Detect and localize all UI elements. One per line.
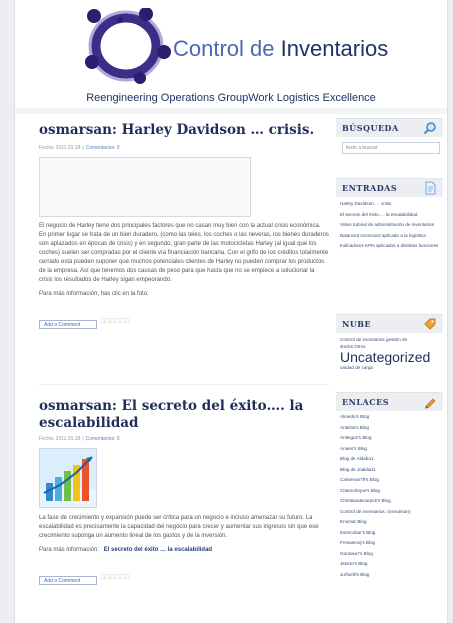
blog-link[interactable]: Blog de Aldaba1: [340, 456, 443, 463]
page: Control de Inventarios Reengineering Ope…: [14, 0, 448, 623]
widget-title: ENLACES: [342, 397, 389, 407]
blog-link[interactable]: Esescobar's Blog: [340, 530, 443, 537]
blog-link[interactable]: Christiandecarpos's Blog: [340, 498, 443, 505]
pencil-icon: [425, 398, 436, 409]
blog-link[interactable]: Control de inventarios. (osmarsan): [340, 509, 443, 516]
post-divider: [39, 384, 329, 385]
widget-title: BÚSQUEDA: [342, 123, 399, 133]
rating-stars[interactable]: ☐☐☐☐☐☐: [100, 318, 130, 325]
site-title-part1: Control de: [173, 36, 281, 61]
post-comments-count[interactable]: Comentarios: 0: [86, 436, 120, 442]
entradas-widget: ENTRADAS Harley Davidson … crisis. El se…: [336, 178, 443, 250]
blog-link[interactable]: Jurfuelli's Blog: [340, 572, 443, 579]
post: osmarsan: Harley Davidson … crisis. Fech…: [39, 122, 329, 329]
header-divider: [15, 108, 447, 114]
entry-link[interactable]: Balanced scorecard aplicado a la logísti…: [340, 233, 443, 240]
blog-link[interactable]: Chamorloyar's Blog: [340, 488, 443, 495]
post-more-info: Para más información, has clic en la fot…: [39, 291, 149, 297]
post-more-label: Para más información:: [39, 547, 100, 553]
post-title[interactable]: osmarsan: El secreto del éxito…. la esca…: [39, 398, 329, 432]
site-logo[interactable]: [80, 8, 172, 84]
widget-header: NUBE: [336, 314, 443, 333]
search-icon: [423, 122, 436, 135]
post-comments-count[interactable]: Comentarios: 0: [86, 145, 120, 151]
tag-link[interactable]: unidad de carga: [340, 365, 443, 370]
document-icon: [425, 181, 436, 195]
widget-header: ENLACES: [336, 392, 443, 411]
entry-link[interactable]: El secreto del éxito…. la escalabilidad: [340, 212, 443, 219]
tag-link-large[interactable]: Uncategorized: [340, 350, 443, 365]
post-meta: Fecha: 2011.01.18 | Comentarios: 0: [39, 436, 120, 442]
entry-link[interactable]: Harley Davidson … crisis.: [340, 201, 443, 208]
post-date: Fecha: 2011.01.18: [39, 436, 81, 442]
post-more-info: Para más información: El secreto del éxi…: [39, 546, 329, 555]
widget-header: BÚSQUEDA: [336, 118, 443, 137]
tag-icon: [424, 318, 436, 330]
blog-link[interactable]: Antelos's Blog: [340, 425, 443, 432]
blog-link[interactable]: Anaen's Blog: [340, 446, 443, 453]
post-title[interactable]: osmarsan: Harley Davidson … crisis.: [39, 122, 329, 139]
blog-link[interactable]: Gonsaurr's Blog: [340, 551, 443, 558]
post-image-placeholder[interactable]: [39, 157, 251, 217]
blog-link[interactable]: Cantemar79's Blog: [340, 477, 443, 484]
post-actions: Add a Comment ☐☐☐☐☐☐: [39, 569, 329, 585]
entry-link[interactable]: Indicadores KPIs aplicados a distintas f…: [340, 243, 443, 250]
search-widget: BÚSQUEDA texto a buscar: [336, 118, 443, 154]
widget-title: NUBE: [342, 319, 372, 329]
site-title-part2: Inventarios: [280, 36, 389, 61]
blog-link[interactable]: Blog de Joaldad1: [340, 467, 443, 474]
site-tagline: Reengineering Operations GroupWork Logis…: [86, 92, 376, 104]
site-title[interactable]: Control de Inventarios: [173, 36, 388, 62]
site-header: Control de Inventarios Reengineering Ope…: [15, 0, 447, 114]
scalability-chart-image[interactable]: [39, 448, 97, 508]
post-date: Fecha: 2011.01.18: [39, 145, 81, 151]
add-comment-button[interactable]: Add a Comment: [39, 320, 97, 329]
nube-widget: NUBE Control de inventarios gestión de s…: [336, 314, 443, 370]
add-comment-button[interactable]: Add a Comment: [39, 576, 97, 585]
rating-stars[interactable]: ☐☐☐☐☐☐: [100, 574, 130, 581]
post-body: El negocio de Harley tiene dos principal…: [39, 223, 329, 283]
post-more-link[interactable]: El secreto del éxito … la escalabilidad: [104, 547, 212, 553]
tag-cloud: Control de inventarios gestión de stocks…: [336, 333, 443, 370]
blog-link[interactable]: Almedu's Blog: [340, 414, 443, 421]
widget-title: ENTRADAS: [342, 183, 398, 193]
post-actions: Add a Comment ☐☐☐☐☐☐: [39, 313, 329, 329]
search-input[interactable]: texto a buscar: [342, 142, 440, 154]
post: osmarsan: El secreto del éxito…. la esca…: [39, 398, 329, 585]
blog-link[interactable]: Fresasmoj's Blog: [340, 540, 443, 547]
post-body: La fase de crecimiento y expansión puede…: [39, 515, 319, 539]
post-meta: Fecha: 2011.01.18 | Comentarios: 0: [39, 145, 120, 151]
entries-list: Harley Davidson … crisis. El secreto del…: [336, 201, 443, 250]
enlaces-widget: ENLACES Almedu's Blog Antelos's Blog Ant…: [336, 392, 443, 578]
widget-header: ENTRADAS: [336, 178, 443, 197]
blog-link[interactable]: Enomar Blog: [340, 519, 443, 526]
links-list: Almedu's Blog Antelos's Blog Antleguz's …: [336, 414, 443, 578]
entry-link[interactable]: Video tutorial de administración de inve…: [340, 222, 443, 229]
blog-link[interactable]: Antleguz's Blog: [340, 435, 443, 442]
blog-link[interactable]: Jstorte's Blog: [340, 561, 443, 568]
